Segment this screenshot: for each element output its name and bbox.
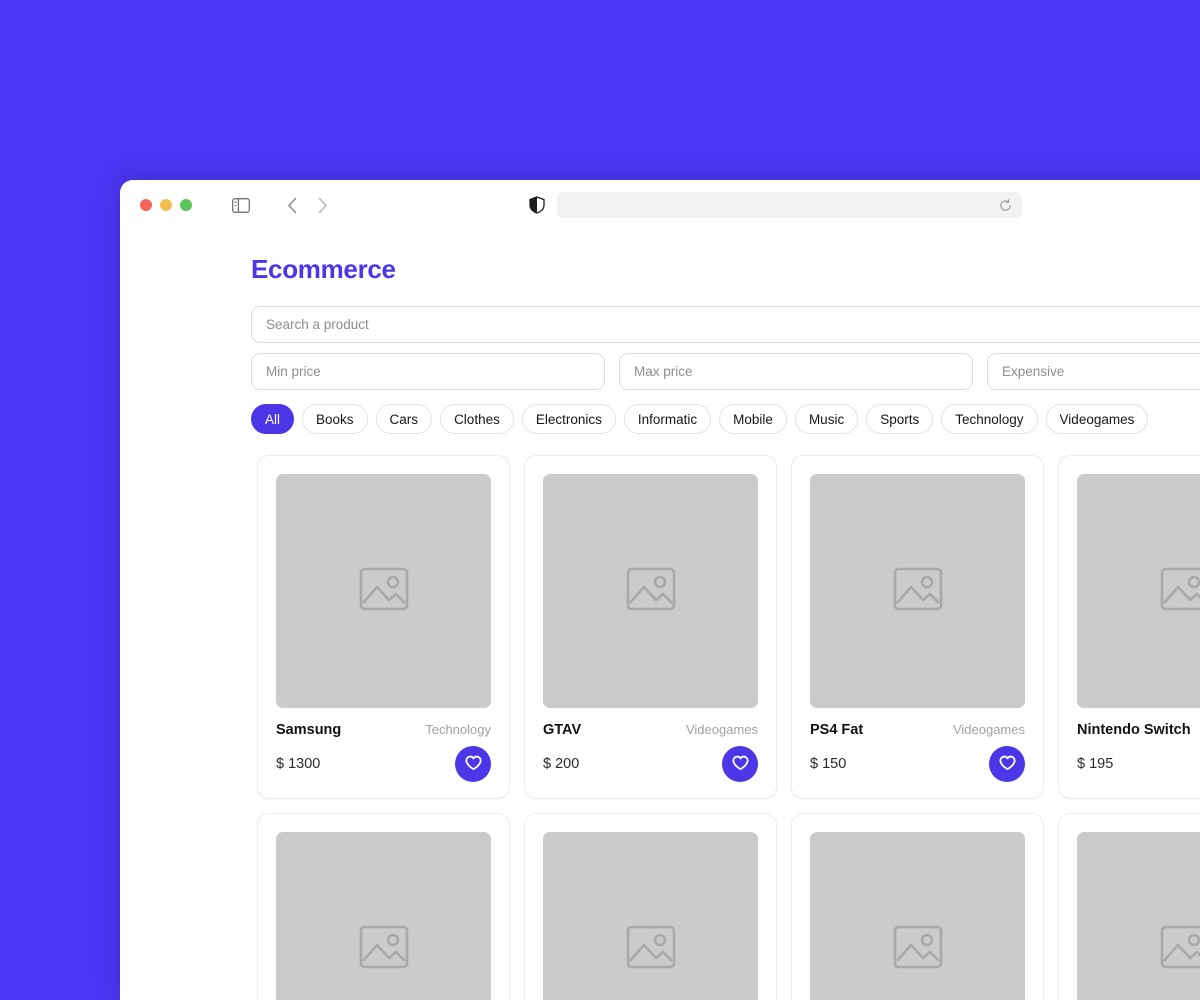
reload-icon[interactable] — [998, 198, 1012, 212]
product-price: $ 195 — [1077, 756, 1113, 772]
product-grid: Samsung Technology $ 1300 — [120, 455, 1200, 1000]
heart-icon — [999, 755, 1016, 774]
category-chip-sports[interactable]: Sports — [866, 404, 933, 434]
category-chip-list: All Books Cars Clothes Electronics Infor… — [251, 404, 1200, 434]
shield-icon[interactable] — [528, 196, 546, 214]
min-price-input[interactable]: Min price — [251, 353, 605, 390]
product-category: Videogames — [953, 722, 1025, 737]
heart-icon — [732, 755, 749, 774]
min-price-placeholder: Min price — [266, 364, 321, 379]
product-meta: Nintendo Switch Videogames — [1077, 722, 1200, 738]
product-bottom: $ 195 — [1077, 746, 1200, 782]
category-chip-videogames[interactable]: Videogames — [1046, 404, 1149, 434]
product-image — [810, 474, 1025, 708]
category-chip-clothes[interactable]: Clothes — [440, 404, 514, 434]
product-title: GTAV — [543, 722, 581, 738]
table-row[interactable]: GTAV Videogames $ 200 — [524, 455, 777, 799]
category-chip-all[interactable]: All — [251, 404, 294, 434]
table-row[interactable]: PS4 Fat Videogames $ 150 — [791, 455, 1044, 799]
product-price: $ 150 — [810, 756, 846, 772]
category-chip-mobile[interactable]: Mobile — [719, 404, 787, 434]
product-image — [276, 474, 491, 708]
product-image — [543, 832, 758, 1000]
sort-order-select[interactable]: Expensive — [987, 353, 1200, 390]
category-chip-informatic[interactable]: Informatic — [624, 404, 711, 434]
favorite-button[interactable] — [455, 746, 491, 782]
browser-window: Ecommerce S Search a product Min price M… — [120, 180, 1200, 1000]
category-chip-books[interactable]: Books — [302, 404, 368, 434]
page-title: Ecommerce — [251, 254, 396, 285]
page-header: Ecommerce S — [120, 230, 1200, 285]
product-meta: Samsung Technology — [276, 722, 491, 738]
sidebar-toggle-icon[interactable] — [230, 194, 252, 216]
image-placeholder-icon — [626, 925, 676, 974]
table-row[interactable] — [257, 813, 510, 1000]
image-placeholder-icon — [1160, 925, 1200, 974]
table-row[interactable] — [524, 813, 777, 1000]
favorite-button[interactable] — [722, 746, 758, 782]
product-price: $ 1300 — [276, 756, 320, 772]
minimize-window-button[interactable] — [160, 199, 172, 211]
product-image — [543, 474, 758, 708]
search-input[interactable]: Search a product — [251, 306, 1200, 343]
search-row: Search a product — [251, 306, 1200, 343]
product-bottom: $ 150 — [810, 746, 1025, 782]
product-image — [1077, 832, 1200, 1000]
table-row[interactable]: Samsung Technology $ 1300 — [257, 455, 510, 799]
product-image — [1077, 474, 1200, 708]
price-filter-row: Min price Max price Expensive — [251, 353, 1200, 390]
product-title: PS4 Fat — [810, 722, 863, 738]
product-title: Samsung — [276, 722, 341, 738]
product-title: Nintendo Switch — [1077, 722, 1191, 738]
image-placeholder-icon — [893, 567, 943, 616]
back-chevron-icon[interactable] — [281, 194, 303, 216]
close-window-button[interactable] — [140, 199, 152, 211]
category-chip-cars[interactable]: Cars — [376, 404, 433, 434]
product-bottom: $ 1300 — [276, 746, 491, 782]
product-meta: PS4 Fat Videogames — [810, 722, 1025, 738]
product-image — [810, 832, 1025, 1000]
heart-icon — [465, 755, 482, 774]
image-placeholder-icon — [359, 567, 409, 616]
image-placeholder-icon — [359, 925, 409, 974]
filter-controls: Search a product Min price Max price Exp… — [120, 306, 1200, 434]
product-price: $ 200 — [543, 756, 579, 772]
table-row[interactable] — [791, 813, 1044, 1000]
max-price-placeholder: Max price — [634, 364, 693, 379]
table-row[interactable]: Nintendo Switch Videogames $ 195 — [1058, 455, 1200, 799]
page-content: Ecommerce S Search a product Min price M… — [120, 230, 1200, 1000]
product-image — [276, 832, 491, 1000]
image-placeholder-icon — [893, 925, 943, 974]
image-placeholder-icon — [626, 567, 676, 616]
image-placeholder-icon — [1160, 567, 1200, 616]
product-bottom: $ 200 — [543, 746, 758, 782]
product-category: Technology — [425, 722, 491, 737]
product-category: Videogames — [686, 722, 758, 737]
forward-chevron-icon[interactable] — [311, 194, 333, 216]
category-chip-electronics[interactable]: Electronics — [522, 404, 616, 434]
category-chip-technology[interactable]: Technology — [941, 404, 1037, 434]
sort-order-placeholder: Expensive — [1002, 364, 1064, 379]
product-meta: GTAV Videogames — [543, 722, 758, 738]
maximize-window-button[interactable] — [180, 199, 192, 211]
browser-toolbar — [120, 180, 1200, 230]
traffic-lights — [140, 199, 192, 211]
max-price-input[interactable]: Max price — [619, 353, 973, 390]
favorite-button[interactable] — [989, 746, 1025, 782]
search-input-placeholder: Search a product — [266, 317, 369, 332]
url-bar[interactable] — [557, 192, 1022, 218]
category-chip-music[interactable]: Music — [795, 404, 858, 434]
table-row[interactable] — [1058, 813, 1200, 1000]
